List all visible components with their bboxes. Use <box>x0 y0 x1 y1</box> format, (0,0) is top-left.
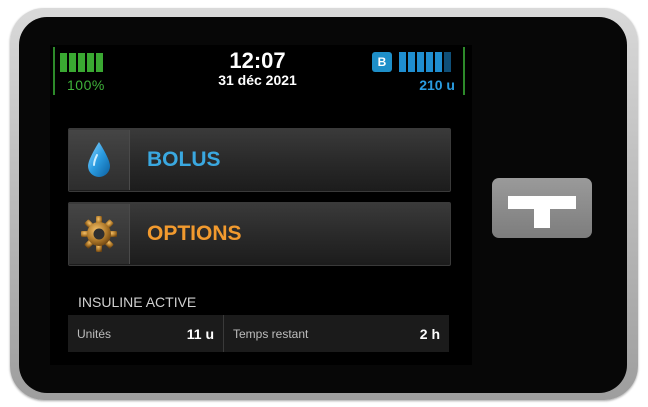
water-drop-icon <box>88 142 110 177</box>
units-label: Unités <box>77 326 112 341</box>
active-insulin-title: INSULINE ACTIVE <box>78 294 197 310</box>
tandem-logo <box>492 178 592 238</box>
options-icon-cell <box>69 204 130 264</box>
battery-percent: 100% <box>67 77 105 93</box>
time-remaining-label: Temps restant <box>233 326 309 341</box>
time-remaining-cell: Temps restant 2 h <box>224 315 449 352</box>
clock-time: 12:07 <box>229 48 286 73</box>
time-remaining-value: 2 h <box>419 325 440 342</box>
bolus-button[interactable]: BOLUS <box>68 128 451 192</box>
basal-badge: B <box>372 52 392 72</box>
bolus-label: BOLUS <box>147 148 221 171</box>
insulin-reservoir-icon <box>399 52 451 72</box>
options-button[interactable]: OPTIONS <box>68 202 451 266</box>
units-value: 11 u <box>186 325 214 342</box>
units-cell: Unités 11 u <box>68 315 224 352</box>
t-logo-icon <box>508 196 576 228</box>
gear-icon <box>81 216 117 252</box>
options-label: OPTIONS <box>147 222 242 245</box>
active-insulin-panel[interactable]: Unités 11 u Temps restant 2 h <box>68 315 449 352</box>
insulin-divider <box>463 47 465 95</box>
battery-icon <box>60 53 103 72</box>
battery-divider <box>53 47 55 95</box>
clock-date: 31 déc 2021 <box>218 72 297 88</box>
bolus-icon-cell <box>69 130 130 190</box>
insulin-remaining: 210 u <box>419 77 455 93</box>
